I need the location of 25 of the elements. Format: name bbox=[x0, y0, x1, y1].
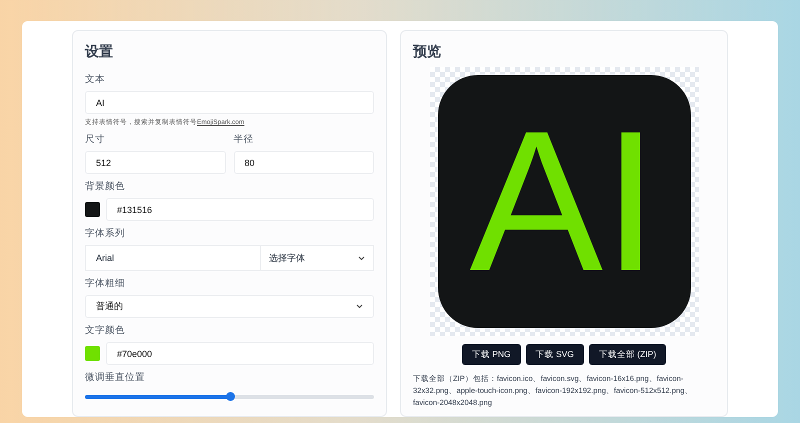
slider-thumb[interactable] bbox=[226, 392, 234, 401]
color-swatch[interactable] bbox=[85, 346, 100, 361]
field-label: 微调垂直位置 bbox=[85, 371, 145, 384]
download-button[interactable]: 下载 SVG bbox=[526, 344, 584, 365]
size-input[interactable]: 512 bbox=[85, 151, 226, 174]
icon-preview: AI bbox=[438, 75, 690, 328]
download-button[interactable]: 下载 PNG bbox=[462, 344, 521, 365]
field-label: 尺寸 bbox=[85, 133, 105, 146]
panel-title: 设置 bbox=[85, 43, 114, 61]
field-label: 字体粗细 bbox=[85, 277, 125, 290]
caret-icon bbox=[356, 304, 364, 309]
field-label: 文本 bbox=[85, 73, 105, 86]
text-input[interactable]: AI bbox=[85, 91, 374, 114]
color-input[interactable]: #70e000 bbox=[106, 342, 374, 365]
field-label: 字体系列 bbox=[85, 227, 125, 240]
slider-track[interactable] bbox=[85, 395, 374, 399]
color-input[interactable]: #131516 bbox=[106, 198, 374, 221]
panel-title: 预览 bbox=[413, 43, 442, 61]
radius-input[interactable]: 80 bbox=[234, 151, 374, 174]
weight-select[interactable]: 普通的 bbox=[85, 295, 374, 318]
field-label: 背景颜色 bbox=[85, 180, 125, 193]
download-button[interactable]: 下载全部 (ZIP) bbox=[588, 344, 666, 365]
color-swatch[interactable] bbox=[85, 202, 100, 217]
field-label: 半径 bbox=[234, 133, 254, 146]
field-label: 文字颜色 bbox=[85, 324, 125, 337]
